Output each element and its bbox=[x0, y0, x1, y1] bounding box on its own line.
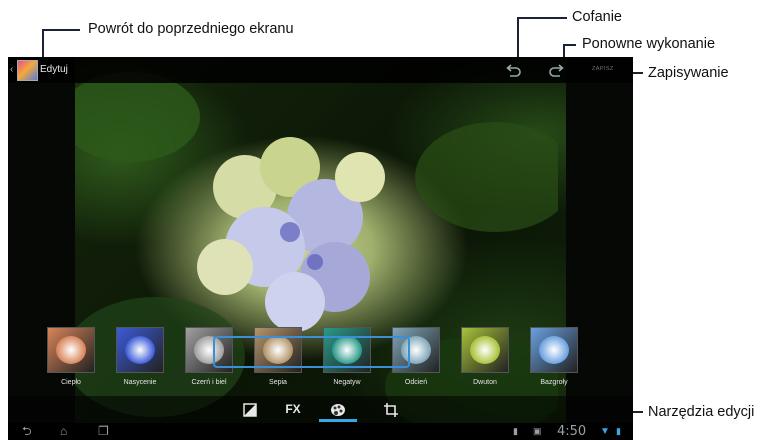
filter-item[interactable]: Ciepło bbox=[41, 327, 101, 386]
filter-thumbnail bbox=[116, 327, 164, 373]
crop-icon bbox=[384, 402, 398, 417]
leader-back-h bbox=[42, 29, 80, 31]
recent-apps-icon[interactable]: ❐ bbox=[98, 423, 109, 440]
filter-label: Czerń i biel bbox=[191, 379, 227, 386]
callout-undo: Cofanie bbox=[572, 9, 622, 25]
filter-thumbnail bbox=[47, 327, 95, 373]
undo-icon bbox=[506, 64, 521, 77]
contrast-icon bbox=[243, 403, 257, 417]
filter-preview-flower bbox=[539, 336, 569, 364]
palette-icon bbox=[331, 403, 345, 416]
redo-button[interactable] bbox=[548, 62, 566, 78]
filter-preview-flower bbox=[470, 336, 500, 364]
callout-save: Zapisywanie bbox=[648, 65, 729, 81]
tablet-screen: ‹ Edytuj ZAPISZ Ciepło Nasycenie Czerń i b… bbox=[8, 57, 633, 440]
callout-tools: Narzędzia edycji bbox=[648, 404, 755, 420]
home-icon[interactable]: ⌂ bbox=[60, 423, 67, 440]
filter-label: Negatyw bbox=[333, 379, 361, 386]
callout-back: Powrót do poprzedniego ekranu bbox=[88, 21, 294, 37]
filter-item[interactable]: Dwuton bbox=[455, 327, 515, 386]
edit-toolbar: FX bbox=[8, 396, 633, 423]
filter-label: Odcień bbox=[404, 379, 428, 386]
action-bar: ‹ Edytuj ZAPISZ bbox=[8, 57, 633, 83]
redo-icon bbox=[549, 64, 564, 77]
back-icon[interactable]: ⮌ bbox=[22, 423, 32, 440]
filter-label: Nasycenie bbox=[123, 379, 157, 386]
active-tab-indicator bbox=[319, 419, 357, 422]
filter-preview-flower bbox=[125, 336, 155, 364]
save-button[interactable]: ZAPISZ bbox=[592, 66, 614, 72]
battery-icon: ▮ bbox=[616, 426, 621, 436]
edit-tools-highlight bbox=[213, 336, 410, 368]
exposure-tool-button[interactable] bbox=[232, 396, 268, 423]
callout-redo: Ponowne wykonanie bbox=[582, 36, 716, 52]
system-bar: ⮌ ⌂ ❐ ▮ ▣ 4:50 ▼ ▮ bbox=[8, 423, 633, 440]
filter-label: Ciepło bbox=[61, 379, 81, 386]
undo-button[interactable] bbox=[504, 62, 522, 78]
filter-item[interactable]: Bazgroły bbox=[524, 327, 584, 386]
leader-undo-v bbox=[517, 17, 519, 61]
status-clock: 4:50 bbox=[557, 424, 587, 439]
fx-tool-button[interactable]: FX bbox=[275, 396, 311, 423]
leader-undo-h bbox=[517, 17, 567, 19]
back-chevron-icon[interactable]: ‹ bbox=[10, 64, 13, 75]
filter-label: Dwuton bbox=[473, 379, 497, 386]
filter-item[interactable]: Nasycenie bbox=[110, 327, 170, 386]
notification-icon[interactable]: ▮ bbox=[513, 423, 518, 440]
crop-tool-button[interactable] bbox=[373, 396, 409, 423]
wifi-icon: ▼ bbox=[600, 426, 610, 437]
filter-preview-flower bbox=[56, 336, 86, 364]
filter-thumbnail bbox=[461, 327, 509, 373]
filter-thumbnail bbox=[530, 327, 578, 373]
action-bar-title[interactable]: Edytuj bbox=[40, 64, 68, 75]
filter-label: Bazgroły bbox=[540, 379, 568, 386]
gallery-notification-icon[interactable]: ▣ bbox=[533, 423, 542, 440]
app-icon[interactable] bbox=[17, 60, 38, 81]
filter-label: Sepia bbox=[269, 379, 287, 386]
